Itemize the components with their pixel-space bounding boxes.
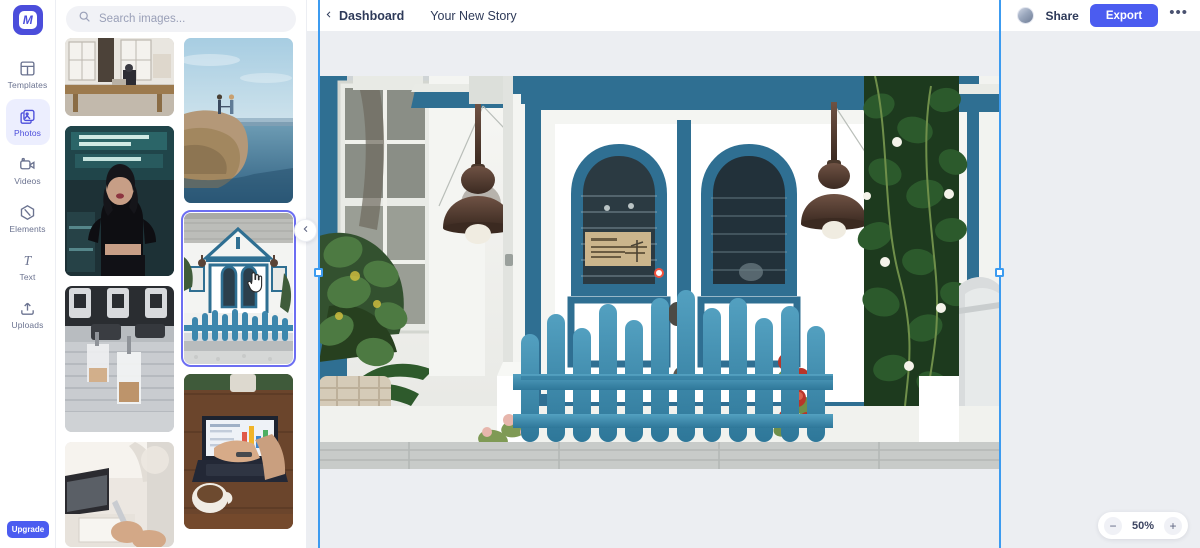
search-icon xyxy=(78,10,91,28)
canvas-stage[interactable]: − 50% + xyxy=(307,0,1200,548)
zoom-level-value: 50% xyxy=(1131,519,1155,532)
uploads-icon xyxy=(19,298,36,318)
search-input[interactable] xyxy=(99,13,284,25)
document-title[interactable]: Your New Story xyxy=(430,9,516,23)
panel-collapse-button[interactable] xyxy=(294,219,317,242)
list-item[interactable] xyxy=(184,38,293,203)
thumbnail-image-laptop-chart xyxy=(184,374,293,529)
search-box[interactable] xyxy=(66,6,296,32)
thumbnail-image-cliff-couple xyxy=(184,38,293,203)
zoom-in-button[interactable]: + xyxy=(1164,516,1182,535)
sidebar-item-templates[interactable]: Templates xyxy=(6,51,50,97)
chevron-left-icon xyxy=(325,9,333,23)
sidebar-item-label: Videos xyxy=(14,176,41,187)
sidebar-item-videos[interactable]: Videos xyxy=(6,147,50,193)
resize-handle-left[interactable] xyxy=(314,268,323,277)
top-bar: Dashboard Your New Story Share Export ••… xyxy=(307,0,1200,31)
sidebar-item-text[interactable]: T Text xyxy=(6,243,50,289)
sidebar-item-label: Text xyxy=(19,272,36,283)
upgrade-button[interactable]: Upgrade xyxy=(7,521,49,538)
sidebar-item-photos[interactable]: Photos xyxy=(5,99,50,145)
sidebar-item-label: Templates xyxy=(7,80,48,91)
photos-panel xyxy=(56,0,317,548)
thumbnail-image-writing xyxy=(65,442,174,547)
list-item[interactable] xyxy=(65,442,174,547)
back-label: Dashboard xyxy=(339,8,405,23)
templates-icon xyxy=(19,58,36,78)
photo-grid-column-left xyxy=(65,38,174,548)
list-item[interactable] xyxy=(184,374,293,529)
app-logo[interactable]: M xyxy=(12,5,43,35)
sidebar-item-elements[interactable]: Elements xyxy=(6,195,50,241)
top-bar-actions: Share Export ••• xyxy=(1017,4,1188,27)
list-item[interactable] xyxy=(65,126,174,276)
text-icon: T xyxy=(19,250,36,270)
svg-text:T: T xyxy=(24,253,33,268)
sidebar-item-label: Uploads xyxy=(11,320,44,331)
zoom-control: − 50% + xyxy=(1098,512,1188,539)
export-button[interactable]: Export xyxy=(1089,4,1159,27)
resize-handle-right[interactable] xyxy=(995,268,1004,277)
rotation-center-marker[interactable] xyxy=(654,268,664,278)
avatar[interactable] xyxy=(1017,7,1035,24)
thumbnail-image-blue-cottage xyxy=(184,213,293,364)
thumbnail-image-neon-portrait xyxy=(65,126,174,276)
app-root: M Templates Photos Videos Elements T Tex… xyxy=(0,0,1200,548)
search-area xyxy=(56,0,306,32)
list-item[interactable] xyxy=(65,38,174,116)
photo-grid[interactable] xyxy=(56,38,306,548)
thumbnail-image-studio xyxy=(65,38,174,116)
sidebar-item-label: Photos xyxy=(13,128,42,139)
photos-icon xyxy=(19,106,36,126)
zoom-out-button[interactable]: − xyxy=(1104,516,1122,535)
list-item-selected[interactable] xyxy=(181,210,296,367)
elements-icon xyxy=(19,202,36,222)
thumbnail-image-espresso xyxy=(65,286,174,432)
more-horizontal-icon[interactable]: ••• xyxy=(1169,5,1188,20)
back-to-dashboard-button[interactable]: Dashboard xyxy=(325,9,404,23)
logo-letter: M xyxy=(18,11,37,29)
sidebar-item-label: Elements xyxy=(9,224,46,235)
left-nav-rail: M Templates Photos Videos Elements T Tex… xyxy=(0,0,56,548)
share-button[interactable]: Share xyxy=(1045,9,1078,23)
list-item[interactable] xyxy=(65,286,174,432)
videos-icon xyxy=(19,154,36,174)
sidebar-item-uploads[interactable]: Uploads xyxy=(6,291,50,337)
chevron-left-icon xyxy=(302,225,310,236)
photo-grid-column-right xyxy=(181,38,296,548)
nav-items: Templates Photos Videos Elements T Text … xyxy=(0,51,55,339)
main-area: Dashboard Your New Story Share Export ••… xyxy=(307,0,1200,548)
